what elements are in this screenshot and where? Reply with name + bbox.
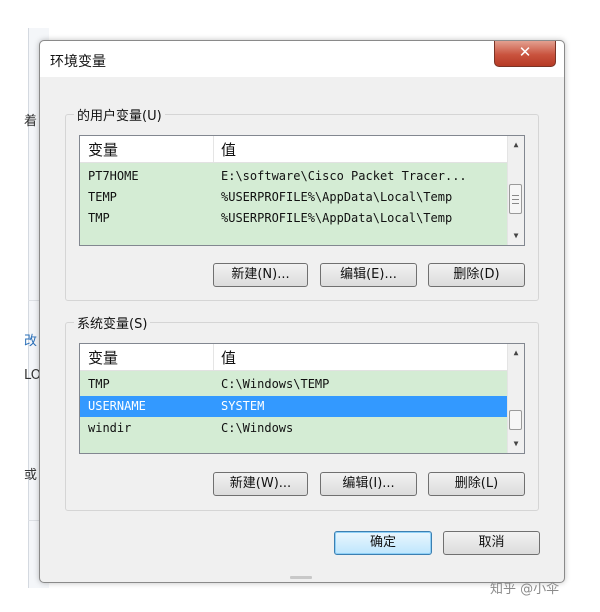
column-header-value[interactable]: 值 <box>221 139 236 160</box>
watermark: 知乎 @小伞 <box>490 582 560 597</box>
column-header-variable[interactable]: 变量 <box>88 347 118 368</box>
column-header-variable[interactable]: 变量 <box>88 139 118 160</box>
user-variables-label: 的用户变量(U) <box>77 109 162 124</box>
vertical-scrollbar[interactable]: ▲ ▼ <box>507 136 524 245</box>
system-variables-legend: 系统变量(S) <box>74 313 151 332</box>
grip-line <box>512 203 519 204</box>
scroll-up-icon[interactable]: ▲ <box>508 136 524 153</box>
column-divider[interactable] <box>213 136 214 162</box>
table-row[interactable]: TEMP %USERPROFILE%\AppData\Local\Temp <box>80 187 508 208</box>
variable-name: windir <box>88 421 132 435</box>
scroll-up-icon[interactable]: ▲ <box>508 344 524 361</box>
ok-button[interactable]: 确定 <box>334 531 432 555</box>
grip-line <box>512 199 519 200</box>
variable-name: TMP <box>88 377 110 391</box>
system-new-button[interactable]: 新建(W)... <box>213 472 308 496</box>
table-row-selected[interactable]: USERNAME SYSTEM <box>80 396 508 417</box>
variable-name: PT7HOME <box>88 169 139 183</box>
scroll-down-icon[interactable]: ▼ <box>508 435 524 452</box>
variable-value: SYSTEM <box>221 399 265 413</box>
user-variables-list[interactable]: 变量 值 PT7HOME E:\software\Cisco Packet Tr… <box>79 135 525 246</box>
user-edit-button[interactable]: 编辑(E)... <box>320 263 417 287</box>
column-header-value[interactable]: 值 <box>221 347 236 368</box>
resize-grip-icon[interactable] <box>290 576 312 579</box>
background-text-fragment: 或 <box>24 468 38 483</box>
table-row[interactable]: windir C:\Windows <box>80 418 508 439</box>
system-variables-group: 系统变量(S) 变量 值 TMP C:\Windows\TEMP USERNAM… <box>65 313 539 511</box>
close-button[interactable]: ✕ <box>494 41 556 67</box>
environment-variables-dialog: 环境变量 ✕ 的用户变量(U) 变量 值 PT7HOME E:\software… <box>39 40 565 583</box>
grip-line <box>512 195 519 196</box>
system-edit-button[interactable]: 编辑(I)... <box>320 472 417 496</box>
user-new-button[interactable]: 新建(N)... <box>213 263 308 287</box>
background-text-fragment: 着 <box>24 114 38 129</box>
system-variables-list[interactable]: 变量 值 TMP C:\Windows\TEMP USERNAME SYSTEM… <box>79 343 525 454</box>
close-icon: ✕ <box>518 43 532 61</box>
vertical-scrollbar[interactable]: ▲ ▼ <box>507 344 524 453</box>
variable-value: %USERPROFILE%\AppData\Local\Temp <box>221 211 453 225</box>
background-text-fragment: 改 <box>24 334 38 349</box>
cancel-button[interactable]: 取消 <box>443 531 540 555</box>
variable-name: TMP <box>88 211 110 225</box>
scroll-thumb[interactable] <box>509 410 522 430</box>
list-header: 变量 值 <box>80 344 508 371</box>
dialog-title: 环境变量 <box>50 54 106 70</box>
variable-value: E:\software\Cisco Packet Tracer... <box>221 169 467 183</box>
list-header: 变量 值 <box>80 136 508 163</box>
table-row[interactable]: TMP %USERPROFILE%\AppData\Local\Temp <box>80 208 508 229</box>
user-delete-button[interactable]: 删除(D) <box>428 263 525 287</box>
title-bar[interactable]: 环境变量 ✕ <box>40 41 564 77</box>
scroll-down-icon[interactable]: ▼ <box>508 227 524 244</box>
table-row[interactable]: PT7HOME E:\software\Cisco Packet Tracer.… <box>80 166 508 187</box>
table-row[interactable]: TMP C:\Windows\TEMP <box>80 374 508 395</box>
column-divider[interactable] <box>213 344 214 370</box>
variable-value: %USERPROFILE%\AppData\Local\Temp <box>221 190 453 204</box>
scroll-thumb[interactable] <box>509 184 522 214</box>
variable-value: C:\Windows <box>221 421 294 435</box>
variable-value: C:\Windows\TEMP <box>221 377 330 391</box>
system-delete-button[interactable]: 删除(L) <box>428 472 525 496</box>
user-variables-legend: 的用户变量(U) <box>74 105 165 124</box>
variable-name: TEMP <box>88 190 117 204</box>
variable-name: USERNAME <box>88 399 146 413</box>
user-variables-group: 的用户变量(U) 变量 值 PT7HOME E:\software\Cisco … <box>65 105 539 301</box>
